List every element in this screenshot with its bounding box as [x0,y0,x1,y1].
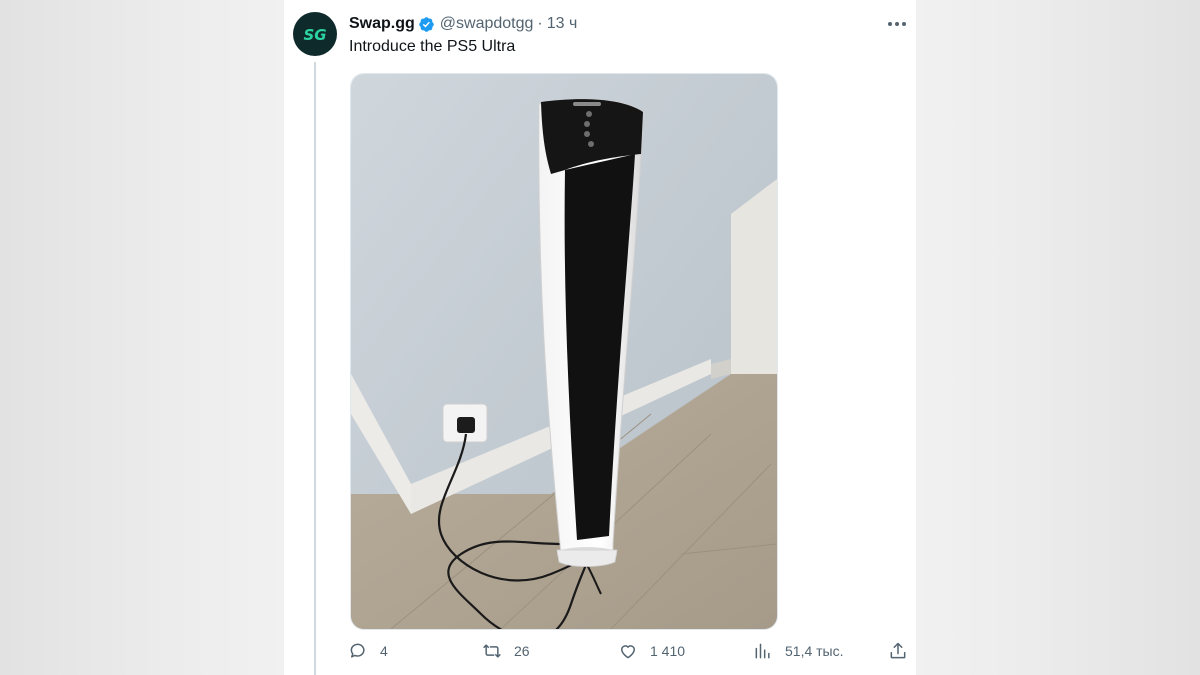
background-right [916,0,1200,675]
reply-icon [350,643,365,658]
separator-dot: · [537,15,543,32]
reply-count: 4 [380,643,388,659]
author-display-name[interactable]: Swap.gg [349,15,415,33]
thread-line [314,62,316,675]
views-chart-icon [755,643,770,659]
photo-tower-device-icon [351,74,777,629]
tweet-header: Swap.gg @swapdotgg · 13 ч [349,14,916,34]
background-left [0,0,284,675]
tweet-text: Introduce the PS5 Ultra [349,38,516,55]
retweet-button[interactable]: 26 [482,641,530,661]
tweet-timestamp[interactable]: 13 ч [547,15,578,33]
tweet-actions-bar: 4 26 1 410 51,4 тыс. [348,641,916,665]
tweet-media-photo[interactable] [350,73,778,630]
reply-button[interactable]: 4 [348,641,388,661]
like-button[interactable]: 1 410 [618,641,685,661]
like-count: 1 410 [650,643,686,659]
heart-icon [621,645,635,659]
retweet-icon [483,644,501,658]
retweet-count: 26 [514,643,530,659]
swapgg-logo-icon: SG [303,26,326,44]
share-button[interactable] [888,641,908,661]
avatar[interactable]: SG [293,12,337,56]
svg-text:SG: SG [303,26,326,44]
views-button[interactable]: 51,4 тыс. [753,641,844,661]
views-count: 51,4 тыс. [785,643,844,659]
author-handle[interactable]: @swapdotgg [440,15,534,33]
verified-badge-icon [419,16,434,32]
share-icon [890,642,906,659]
more-options-icon[interactable] [886,16,908,32]
tweet-card[interactable]: SG Swap.gg @swapdotgg · 13 ч Introduce t… [284,0,916,675]
